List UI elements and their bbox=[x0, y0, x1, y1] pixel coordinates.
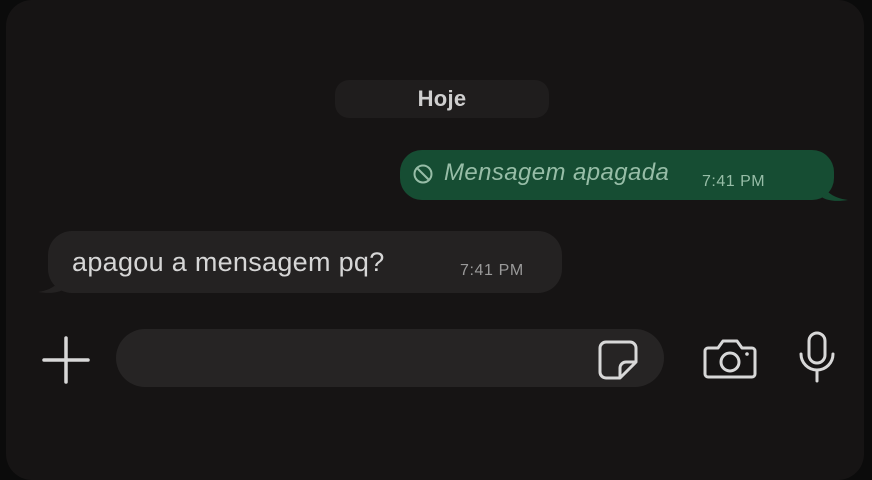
screen: Hoje Mensagem apagada 7:41 PM apagou a m… bbox=[0, 0, 872, 480]
incoming-message-text: apagou a mensagem pq? bbox=[72, 247, 385, 277]
message-input[interactable] bbox=[138, 339, 592, 379]
camera-icon[interactable] bbox=[702, 336, 758, 380]
outgoing-message-bubble[interactable]: Mensagem apagada 7:41 PM bbox=[400, 150, 834, 200]
no-entry-icon bbox=[413, 164, 433, 184]
message-timestamp: 7:41 PM bbox=[460, 262, 524, 279]
incoming-message-bubble[interactable]: apagou a mensagem pq? 7:41 PM bbox=[48, 231, 562, 293]
sticker-icon[interactable] bbox=[596, 338, 640, 382]
message-composer bbox=[116, 329, 664, 387]
message-timestamp: 7:41 PM bbox=[702, 173, 766, 190]
deleted-message-text: Mensagem apagada bbox=[444, 159, 670, 186]
date-separator: Hoje bbox=[335, 80, 549, 118]
microphone-icon[interactable] bbox=[794, 330, 840, 386]
chat-panel: Hoje Mensagem apagada 7:41 PM apagou a m… bbox=[6, 0, 864, 480]
plus-icon[interactable] bbox=[40, 334, 92, 386]
